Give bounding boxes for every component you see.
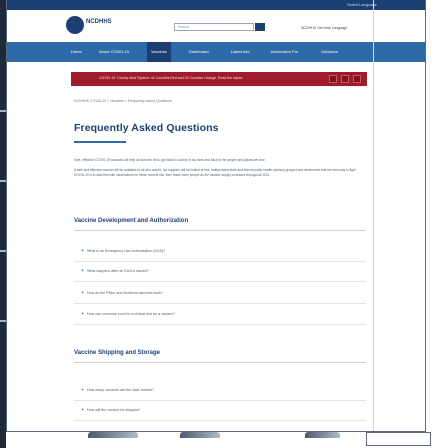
nav-item-information-for[interactable]: Information For	[267, 42, 302, 62]
ncdhhs-seal-icon[interactable]	[66, 16, 84, 34]
page-title: Frequently Asked Questions	[74, 122, 219, 134]
top-utility-bar: Select Language	[7, 0, 425, 10]
side-panel-corner	[366, 432, 431, 446]
title-underline	[74, 141, 126, 143]
page-scrollbar[interactable]	[373, 0, 374, 431]
nav-item-home[interactable]: Home	[67, 42, 86, 62]
plus-icon[interactable]: +	[81, 311, 84, 317]
faq-question[interactable]: What is an Emergency Use Authorization (…	[87, 249, 165, 253]
search-icon[interactable]	[255, 23, 265, 31]
section-heading-shipping: Vaccine Shipping and Storage	[74, 350, 161, 356]
faq-divider	[74, 420, 366, 421]
faq-question[interactable]: How will the vaccine be shipped?	[87, 408, 140, 412]
intro-paragraph-2: A safe and effective vaccine will be ava…	[74, 168, 356, 177]
thumbnail-bar	[305, 432, 340, 438]
site-header: NCDHHS Search NCDHHS Get Help Language	[7, 10, 425, 42]
search-input[interactable]: Search	[174, 23, 254, 31]
plus-icon[interactable]: +	[81, 387, 84, 393]
browser-frame: Select Language NCDHHS Search NCDHHS Get…	[6, 0, 426, 432]
alert-prev-button[interactable]	[329, 75, 337, 83]
faq-divider	[74, 400, 366, 401]
plus-icon[interactable]: +	[81, 290, 84, 296]
faq-question[interactable]: How many vaccines will the state receive…	[87, 388, 154, 392]
thumbnail-bar	[88, 432, 138, 438]
site-logo-text[interactable]: NCDHHS	[86, 19, 112, 25]
nav-item-guidance[interactable]: Guidance	[317, 42, 342, 62]
plus-icon[interactable]: +	[81, 407, 84, 413]
alert-pause-button[interactable]	[341, 75, 349, 83]
faq-question[interactable]: How can someone enroll in a clinical tri…	[87, 312, 175, 316]
breadcrumb[interactable]: NCDHHS COVID-19 > Vaccines > Frequently …	[74, 99, 172, 103]
thumbnail-bar	[180, 432, 220, 438]
faq-divider	[74, 324, 366, 325]
faq-question[interactable]: What happens after an EUA is issued?	[87, 269, 149, 273]
nav-item-dashboard[interactable]: Dashboard	[185, 42, 213, 62]
intro-paragraph-1: Safe, effective COVID-19 vaccines will h…	[74, 158, 266, 162]
alert-banner: COVID-19: County Alert System: 44 Counti…	[71, 72, 367, 86]
plus-icon[interactable]: +	[81, 248, 84, 254]
faq-divider	[74, 281, 366, 282]
faq-question[interactable]: How do the Pfizer and Moderna vaccines w…	[87, 291, 163, 295]
nav-item-latest-info[interactable]: Latest Info	[227, 42, 254, 62]
section-divider	[74, 230, 366, 231]
faq-divider	[74, 261, 366, 262]
main-navigation: Home About COVID-19 Vaccines Dashboard L…	[7, 42, 425, 62]
plus-icon[interactable]: +	[81, 268, 84, 274]
alert-next-button[interactable]	[353, 75, 361, 83]
nav-item-vaccines[interactable]: Vaccines	[147, 42, 171, 62]
header-utility-links[interactable]: NCDHHS Get Help Language	[301, 26, 347, 30]
alert-text[interactable]: COVID-19: County Alert System: 44 Counti…	[99, 76, 243, 80]
intro-text: Safe, effective COVID-19 vaccines will h…	[74, 158, 364, 177]
nav-item-about[interactable]: About COVID-19	[95, 42, 133, 62]
section-divider	[74, 362, 366, 363]
faq-divider	[74, 303, 366, 304]
section-heading-development: Vaccine Development and Authorization	[74, 218, 189, 224]
